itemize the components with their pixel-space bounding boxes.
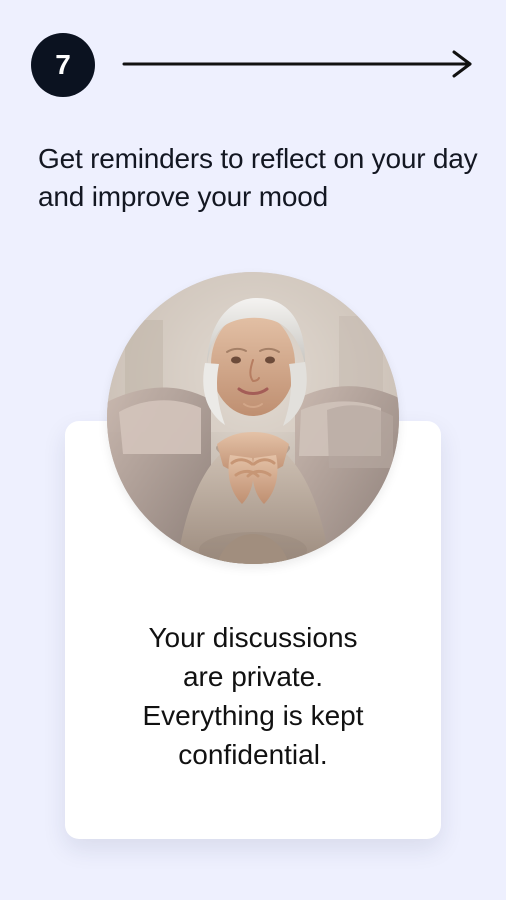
privacy-line-2: are private. [182, 661, 324, 692]
profile-photo [107, 272, 399, 564]
arrow-right-icon [122, 50, 472, 78]
privacy-line-4: confidential. [178, 739, 328, 770]
privacy-line-3: Everything is kept [142, 700, 364, 731]
step-number: 7 [55, 49, 71, 80]
next-arrow-button[interactable] [120, 44, 480, 84]
privacy-line-1: Your discussions [148, 622, 358, 653]
privacy-message: Your discussions are private. Everything… [100, 618, 406, 774]
headline: Get reminders to reflect on your day and… [38, 143, 478, 212]
woman-portrait-image [107, 272, 399, 564]
step-badge: 7 [31, 33, 95, 97]
